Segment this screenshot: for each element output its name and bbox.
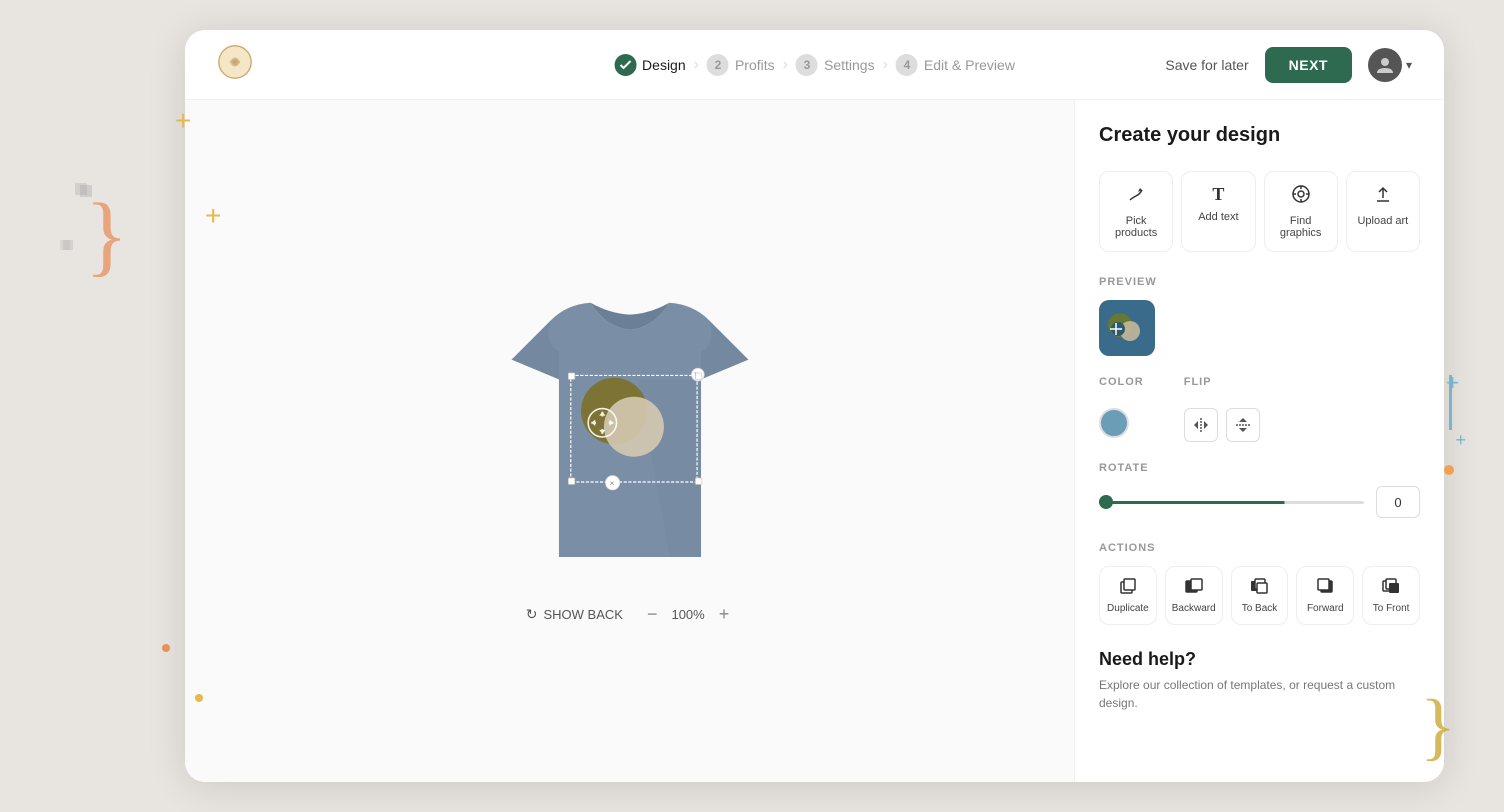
to-front-label: To Front — [1373, 603, 1410, 614]
step-edit-preview-num: 4 — [896, 54, 918, 76]
actions-label: ACTIONS — [1099, 542, 1420, 554]
deco-sq-gray1 — [75, 183, 87, 195]
zoom-controls: − 100% + — [643, 604, 733, 625]
find-graphics-label: Find graphics — [1271, 215, 1331, 239]
actions-section: ACTIONS Duplicate — [1099, 542, 1420, 625]
forward-icon — [1316, 577, 1334, 598]
pick-products-icon — [1126, 184, 1146, 209]
flip-vertical-button[interactable] — [1226, 408, 1260, 442]
header-right: Save for later NEXT ▾ — [1165, 47, 1412, 83]
flip-buttons — [1184, 408, 1260, 442]
rotate-section: ROTATE 0 — [1099, 462, 1420, 518]
panel-title: Create your design — [1099, 124, 1420, 147]
deco-square-2 — [63, 240, 73, 250]
preview-thumbnail[interactable] — [1099, 300, 1155, 356]
next-button[interactable]: NEXT — [1265, 47, 1352, 83]
tshirt-container: ↻ × — [480, 257, 780, 589]
duplicate-icon — [1119, 577, 1137, 598]
deco-sq-gray2 — [60, 240, 70, 250]
actions-row: Duplicate Backward — [1099, 566, 1420, 625]
backward-icon — [1185, 577, 1203, 598]
save-for-later-button[interactable]: Save for later — [1165, 57, 1248, 73]
color-label: COLOR — [1099, 376, 1144, 388]
body: + — [185, 100, 1444, 782]
backward-label: Backward — [1172, 603, 1216, 614]
flip-section: FLIP — [1184, 376, 1260, 442]
flip-label: FLIP — [1184, 376, 1260, 388]
deco-square-1 — [80, 185, 92, 197]
step-profits-num: 2 — [707, 54, 729, 76]
to-front-button[interactable]: To Front — [1362, 566, 1420, 625]
help-section: Need help? Explore our collection of tem… — [1099, 649, 1420, 712]
tshirt-image: ↻ × — [480, 257, 780, 589]
show-back-button[interactable]: ↻ SHOW BACK — [526, 606, 623, 623]
deco-line-right — [1449, 375, 1452, 430]
deco-plus-right2: + — [1455, 430, 1466, 451]
step-design-num — [614, 54, 636, 76]
to-back-button[interactable]: To Back — [1231, 566, 1289, 625]
add-text-icon: T — [1212, 184, 1224, 205]
rotate-slider[interactable] — [1099, 501, 1364, 504]
help-text: Explore our collection of templates, or … — [1099, 676, 1420, 712]
step-edit-preview[interactable]: 4 Edit & Preview — [896, 54, 1015, 76]
step-design-label: Design — [642, 57, 686, 73]
deco-plus-yellow-1: + — [205, 200, 221, 232]
to-back-icon — [1250, 577, 1268, 598]
help-title: Need help? — [1099, 649, 1420, 670]
step-settings[interactable]: 3 Settings — [796, 54, 875, 76]
rotate-row: 0 — [1099, 486, 1420, 518]
avatar — [1368, 48, 1402, 82]
to-back-label: To Back — [1242, 603, 1278, 614]
step-settings-label: Settings — [824, 57, 875, 73]
color-flip-row: COLOR FLIP — [1099, 376, 1420, 442]
canvas-area: + — [185, 100, 1074, 782]
rotate-label: ROTATE — [1099, 462, 1420, 474]
deco-plus-right: + — [1446, 370, 1459, 396]
header: Design › 2 Profits › 3 Settings › 4 Edit… — [185, 30, 1444, 100]
avatar-chevron: ▾ — [1406, 58, 1412, 72]
deco-dot-orange — [162, 644, 170, 652]
step-settings-num: 3 — [796, 54, 818, 76]
color-swatch[interactable] — [1099, 408, 1129, 438]
step-profits-label: Profits — [735, 57, 775, 73]
svg-text:×: × — [609, 478, 614, 488]
main-card: Design › 2 Profits › 3 Settings › 4 Edit… — [185, 30, 1444, 782]
find-graphics-icon — [1291, 184, 1311, 209]
duplicate-label: Duplicate — [1107, 603, 1149, 614]
backward-button[interactable]: Backward — [1165, 566, 1223, 625]
show-back-label: SHOW BACK — [543, 607, 622, 622]
preview-section-label: PREVIEW — [1099, 276, 1420, 288]
deco-squiggle-orange: } — [85, 200, 128, 272]
color-section: COLOR — [1099, 376, 1144, 442]
add-text-label: Add text — [1198, 211, 1238, 223]
user-avatar-button[interactable]: ▾ — [1368, 48, 1412, 82]
to-front-icon — [1382, 577, 1400, 598]
rotate-value-display: 0 — [1376, 486, 1420, 518]
forward-button[interactable]: Forward — [1296, 566, 1354, 625]
pick-products-button[interactable]: Pick products — [1099, 171, 1173, 252]
zoom-value: 100% — [671, 607, 704, 622]
deco-dot-peach — [1444, 465, 1454, 475]
upload-art-icon — [1373, 184, 1393, 209]
step-edit-preview-label: Edit & Preview — [924, 57, 1015, 73]
find-graphics-button[interactable]: Find graphics — [1264, 171, 1338, 252]
upload-art-button[interactable]: Upload art — [1346, 171, 1420, 252]
zoom-out-button[interactable]: − — [643, 604, 662, 625]
canvas-controls: ↻ SHOW BACK − 100% + — [526, 604, 733, 625]
duplicate-button[interactable]: Duplicate — [1099, 566, 1157, 625]
upload-art-label: Upload art — [1357, 215, 1408, 227]
tools-row: Pick products T Add text — [1099, 171, 1420, 252]
steps-nav: Design › 2 Profits › 3 Settings › 4 Edit… — [614, 54, 1015, 76]
refresh-icon: ↻ — [526, 606, 538, 623]
flip-horizontal-button[interactable] — [1184, 408, 1218, 442]
delete-handle-svg: × — [605, 475, 619, 489]
forward-label: Forward — [1307, 603, 1344, 614]
zoom-in-button[interactable]: + — [715, 604, 734, 625]
right-panel: Create your design Pick products T — [1074, 100, 1444, 782]
pick-products-label: Pick products — [1106, 215, 1166, 239]
logo[interactable] — [217, 44, 253, 85]
step-design[interactable]: Design — [614, 54, 686, 76]
step-profits[interactable]: 2 Profits — [707, 54, 775, 76]
add-text-button[interactable]: T Add text — [1181, 171, 1255, 252]
